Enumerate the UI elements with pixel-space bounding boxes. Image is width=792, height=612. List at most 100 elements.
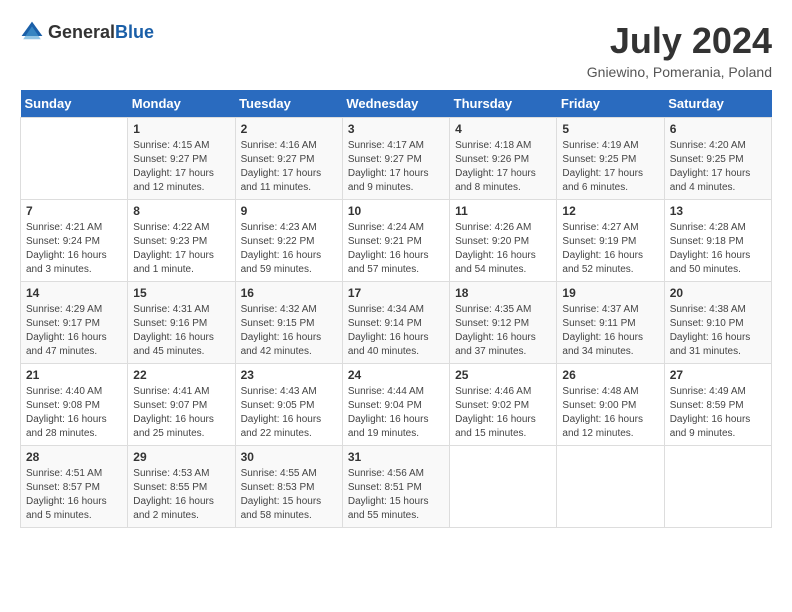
day-number: 13 bbox=[670, 204, 766, 218]
location-subtitle: Gniewino, Pomerania, Poland bbox=[587, 64, 772, 80]
day-info: Sunrise: 4:44 AMSunset: 9:04 PMDaylight:… bbox=[348, 385, 444, 441]
calendar-cell: 6Sunrise: 4:20 AMSunset: 9:25 PMDaylight… bbox=[664, 118, 771, 200]
day-number: 5 bbox=[562, 122, 658, 136]
day-number: 20 bbox=[670, 286, 766, 300]
title-section: July 2024 Gniewino, Pomerania, Poland bbox=[587, 20, 772, 80]
day-info: Sunrise: 4:49 AMSunset: 8:59 PMDaylight:… bbox=[670, 385, 766, 441]
day-number: 6 bbox=[670, 122, 766, 136]
calendar-cell: 26Sunrise: 4:48 AMSunset: 9:00 PMDayligh… bbox=[557, 364, 664, 446]
col-header-thursday: Thursday bbox=[450, 90, 557, 118]
calendar-cell bbox=[557, 446, 664, 528]
calendar-week-row: 28 Sunrise: 4:51 AMSunset: 8:57 PMDayligh… bbox=[21, 446, 772, 528]
calendar-week-row: 14 Sunrise: 4:29 AMSunset: 9:17 PMDayligh… bbox=[21, 282, 772, 364]
day-number: 27 bbox=[670, 368, 766, 382]
day-info: Sunrise: 4:15 AMSunset: 9:27 PMDaylight:… bbox=[133, 139, 229, 195]
day-number: 21 bbox=[26, 368, 122, 382]
day-info: Sunrise: 4:26 AMSunset: 9:20 PMDaylight:… bbox=[455, 221, 551, 277]
calendar-cell: 22Sunrise: 4:41 AMSunset: 9:07 PMDayligh… bbox=[128, 364, 235, 446]
day-info: Sunrise: 4:21 AMSunset: 9:24 PMDaylight:… bbox=[26, 221, 122, 277]
calendar-cell: 23 Sunrise: 4:43 AMSunset: 9:05 PMDayligh… bbox=[235, 364, 342, 446]
day-number: 4 bbox=[455, 122, 551, 136]
day-number: 18 bbox=[455, 286, 551, 300]
day-number: 8 bbox=[133, 204, 229, 218]
day-info: Sunrise: 4:17 AMSunset: 9:27 PMDaylight:… bbox=[348, 139, 444, 195]
col-header-saturday: Saturday bbox=[664, 90, 771, 118]
day-info: Sunrise: 4:53 AMSunset: 8:55 PMDaylight:… bbox=[133, 467, 229, 523]
calendar-header-row: SundayMondayTuesdayWednesdayThursdayFrid… bbox=[21, 90, 772, 118]
calendar-cell: 12Sunrise: 4:27 AMSunset: 9:19 PMDayligh… bbox=[557, 200, 664, 282]
day-number: 11 bbox=[455, 204, 551, 218]
calendar-cell: 1 Sunrise: 4:15 AMSunset: 9:27 PMDaylight… bbox=[128, 118, 235, 200]
logo-icon bbox=[20, 20, 44, 44]
day-number: 29 bbox=[133, 450, 229, 464]
day-info: Sunrise: 4:48 AMSunset: 9:00 PMDaylight:… bbox=[562, 385, 658, 441]
day-info: Sunrise: 4:34 AMSunset: 9:14 PMDaylight:… bbox=[348, 303, 444, 359]
calendar-cell: 18 Sunrise: 4:35 AMSunset: 9:12 PMDayligh… bbox=[450, 282, 557, 364]
day-number: 9 bbox=[241, 204, 337, 218]
day-number: 28 bbox=[26, 450, 122, 464]
day-number: 15 bbox=[133, 286, 229, 300]
day-info: Sunrise: 4:35 AMSunset: 9:12 PMDaylight:… bbox=[455, 303, 551, 359]
day-info: Sunrise: 4:18 AMSunset: 9:26 PMDaylight:… bbox=[455, 139, 551, 195]
calendar-cell: 8 Sunrise: 4:22 AMSunset: 9:23 PMDaylight… bbox=[128, 200, 235, 282]
calendar-cell: 25 Sunrise: 4:46 AMSunset: 9:02 PMDayligh… bbox=[450, 364, 557, 446]
page-header: GeneralBlue July 2024 Gniewino, Pomerani… bbox=[20, 20, 772, 80]
calendar-cell: 19Sunrise: 4:37 AMSunset: 9:11 PMDayligh… bbox=[557, 282, 664, 364]
calendar-cell: 9 Sunrise: 4:23 AMSunset: 9:22 PMDaylight… bbox=[235, 200, 342, 282]
calendar-cell: 7 Sunrise: 4:21 AMSunset: 9:24 PMDaylight… bbox=[21, 200, 128, 282]
day-number: 3 bbox=[348, 122, 444, 136]
day-info: Sunrise: 4:23 AMSunset: 9:22 PMDaylight:… bbox=[241, 221, 337, 277]
day-info: Sunrise: 4:28 AMSunset: 9:18 PMDaylight:… bbox=[670, 221, 766, 277]
calendar-cell: 17 Sunrise: 4:34 AMSunset: 9:14 PMDayligh… bbox=[342, 282, 449, 364]
day-info: Sunrise: 4:40 AMSunset: 9:08 PMDaylight:… bbox=[26, 385, 122, 441]
calendar-cell: 20Sunrise: 4:38 AMSunset: 9:10 PMDayligh… bbox=[664, 282, 771, 364]
calendar-cell: 27 Sunrise: 4:49 AMSunset: 8:59 PMDayligh… bbox=[664, 364, 771, 446]
day-number: 24 bbox=[348, 368, 444, 382]
day-number: 16 bbox=[241, 286, 337, 300]
calendar-week-row: 7 Sunrise: 4:21 AMSunset: 9:24 PMDaylight… bbox=[21, 200, 772, 282]
day-info: Sunrise: 4:51 AMSunset: 8:57 PMDaylight:… bbox=[26, 467, 122, 523]
calendar-cell: 16 Sunrise: 4:32 AMSunset: 9:15 PMDayligh… bbox=[235, 282, 342, 364]
day-info: Sunrise: 4:37 AMSunset: 9:11 PMDaylight:… bbox=[562, 303, 658, 359]
day-number: 7 bbox=[26, 204, 122, 218]
logo: GeneralBlue bbox=[20, 20, 154, 44]
day-info: Sunrise: 4:55 AMSunset: 8:53 PMDaylight:… bbox=[241, 467, 337, 523]
calendar-week-row: 21 Sunrise: 4:40 AMSunset: 9:08 PMDayligh… bbox=[21, 364, 772, 446]
calendar-table: SundayMondayTuesdayWednesdayThursdayFrid… bbox=[20, 90, 772, 528]
day-number: 31 bbox=[348, 450, 444, 464]
calendar-cell: 15Sunrise: 4:31 AMSunset: 9:16 PMDayligh… bbox=[128, 282, 235, 364]
day-info: Sunrise: 4:27 AMSunset: 9:19 PMDaylight:… bbox=[562, 221, 658, 277]
day-info: Sunrise: 4:41 AMSunset: 9:07 PMDaylight:… bbox=[133, 385, 229, 441]
day-info: Sunrise: 4:43 AMSunset: 9:05 PMDaylight:… bbox=[241, 385, 337, 441]
calendar-cell: 4 Sunrise: 4:18 AMSunset: 9:26 PMDaylight… bbox=[450, 118, 557, 200]
calendar-cell: 5 Sunrise: 4:19 AMSunset: 9:25 PMDaylight… bbox=[557, 118, 664, 200]
day-info: Sunrise: 4:29 AMSunset: 9:17 PMDaylight:… bbox=[26, 303, 122, 359]
calendar-cell: 2Sunrise: 4:16 AMSunset: 9:27 PMDaylight… bbox=[235, 118, 342, 200]
col-header-tuesday: Tuesday bbox=[235, 90, 342, 118]
day-number: 2 bbox=[241, 122, 337, 136]
calendar-cell: 10 Sunrise: 4:24 AMSunset: 9:21 PMDayligh… bbox=[342, 200, 449, 282]
day-number: 1 bbox=[133, 122, 229, 136]
calendar-cell bbox=[664, 446, 771, 528]
day-info: Sunrise: 4:24 AMSunset: 9:21 PMDaylight:… bbox=[348, 221, 444, 277]
col-header-friday: Friday bbox=[557, 90, 664, 118]
day-info: Sunrise: 4:19 AMSunset: 9:25 PMDaylight:… bbox=[562, 139, 658, 195]
day-number: 10 bbox=[348, 204, 444, 218]
day-info: Sunrise: 4:22 AMSunset: 9:23 PMDaylight:… bbox=[133, 221, 229, 277]
day-info: Sunrise: 4:46 AMSunset: 9:02 PMDaylight:… bbox=[455, 385, 551, 441]
day-number: 14 bbox=[26, 286, 122, 300]
calendar-week-row: 1 Sunrise: 4:15 AMSunset: 9:27 PMDaylight… bbox=[21, 118, 772, 200]
calendar-cell: 13 Sunrise: 4:28 AMSunset: 9:18 PMDayligh… bbox=[664, 200, 771, 282]
day-number: 17 bbox=[348, 286, 444, 300]
col-header-monday: Monday bbox=[128, 90, 235, 118]
day-number: 25 bbox=[455, 368, 551, 382]
calendar-cell: 21 Sunrise: 4:40 AMSunset: 9:08 PMDayligh… bbox=[21, 364, 128, 446]
calendar-cell: 24 Sunrise: 4:44 AMSunset: 9:04 PMDayligh… bbox=[342, 364, 449, 446]
day-number: 30 bbox=[241, 450, 337, 464]
day-info: Sunrise: 4:32 AMSunset: 9:15 PMDaylight:… bbox=[241, 303, 337, 359]
calendar-cell: 31 Sunrise: 4:56 AMSunset: 8:51 PMDayligh… bbox=[342, 446, 449, 528]
calendar-cell bbox=[21, 118, 128, 200]
day-info: Sunrise: 4:56 AMSunset: 8:51 PMDaylight:… bbox=[348, 467, 444, 523]
day-number: 23 bbox=[241, 368, 337, 382]
calendar-cell: 28 Sunrise: 4:51 AMSunset: 8:57 PMDayligh… bbox=[21, 446, 128, 528]
